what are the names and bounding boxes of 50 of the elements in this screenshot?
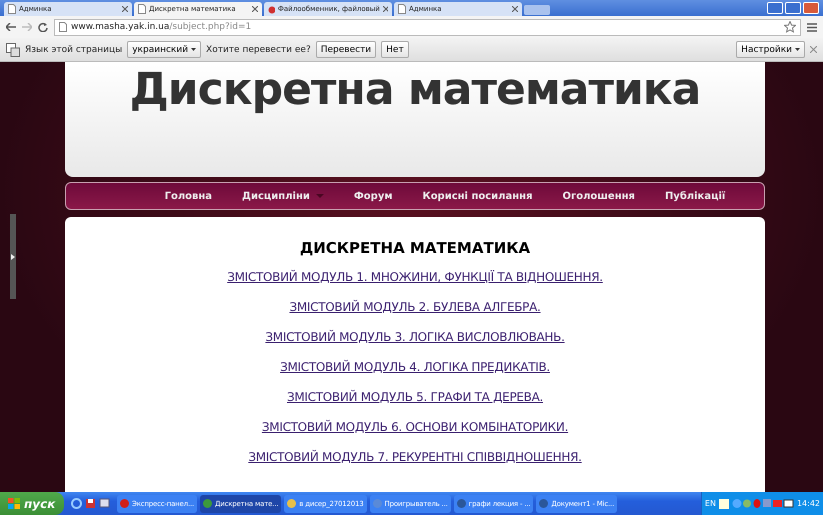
module-link[interactable]: ЗМІСТОВИЙ МОДУЛЬ 5. ГРАФИ ТА ДЕРЕВА. <box>286 390 544 409</box>
module-link[interactable]: ЗМІСТОВИЙ МОДУЛЬ 6. ОСНОВИ КОМБІНАТОРИКИ. <box>262 420 568 439</box>
app-icon <box>268 4 275 14</box>
nav-link[interactable]: Корисні посилання <box>422 190 532 202</box>
nav-link[interactable]: Дисципліни <box>242 190 324 202</box>
address-field[interactable]: www.masha.yak.in.ua/subject.php?id=1 <box>54 18 801 36</box>
module-link[interactable]: ЗМІСТОВИЙ МОДУЛЬ 7. РЕКУРЕНТНІ СПІВВІДНОШЕННЯ. <box>248 450 582 469</box>
clock: 14:42 <box>796 499 820 508</box>
site-title: Дискретна математика <box>130 64 700 115</box>
page-icon <box>138 4 146 14</box>
nav-link[interactable]: Публікації <box>664 190 726 202</box>
nav-link[interactable]: Оголошення <box>562 190 635 202</box>
module-link[interactable]: ЗМІСТОВИЙ МОДУЛЬ 4. ЛОГІКА ПРЕДИКАТІВ. <box>280 360 550 379</box>
translate-icon <box>6 42 20 56</box>
maximize-button[interactable] <box>785 2 801 14</box>
reload-icon[interactable] <box>38 22 48 32</box>
settings-dropdown[interactable]: Настройки <box>736 41 805 58</box>
translate-question: Хотите перевести ее? <box>206 44 311 54</box>
close-icon[interactable] <box>810 46 817 53</box>
module-link[interactable]: ЗМІСТОВИЙ МОДУЛЬ 1. МНОЖИНИ, ФУНКЦІЇ ТА ВІДНОШЕННЯ. <box>227 270 603 289</box>
caret-icon <box>795 48 800 51</box>
close-icon[interactable] <box>512 6 518 12</box>
close-icon[interactable] <box>382 6 388 12</box>
nav-link[interactable]: Форум <box>354 190 393 202</box>
start-button[interactable]: пуск <box>0 492 64 515</box>
caret-icon <box>191 48 196 51</box>
side-panel-handle[interactable] <box>10 214 16 299</box>
windows-logo-icon <box>8 498 20 509</box>
menu-icon[interactable] <box>807 22 817 32</box>
page-icon <box>398 4 406 14</box>
translate-button[interactable]: Нет <box>381 41 409 58</box>
close-icon[interactable] <box>122 6 128 12</box>
arrow-icon <box>11 254 15 260</box>
translate-button[interactable]: Перевести <box>316 41 376 58</box>
minimize-button[interactable] <box>767 2 783 14</box>
save-icon[interactable] <box>85 498 96 509</box>
page-icon <box>8 4 16 14</box>
language-dropdown[interactable]: украинский <box>127 41 202 58</box>
page-icon <box>59 22 67 32</box>
close-icon[interactable] <box>252 6 258 12</box>
page-heading: ДИСКРЕТНА МАТЕМАТИКА <box>300 239 530 257</box>
module-link[interactable]: ЗМІСТОВИЙ МОДУЛЬ 2. БУЛЕВА АЛГЕБРА. <box>289 300 541 319</box>
star-icon[interactable] <box>784 21 796 33</box>
nav-link[interactable]: Головна <box>164 190 212 202</box>
module-link[interactable]: ЗМІСТОВИЙ МОДУЛЬ 3. ЛОГІКА ВИСЛОВЛЮВАНЬ. <box>265 330 565 349</box>
back-icon[interactable] <box>6 23 16 31</box>
language-label: Язык этой страницы <box>25 44 122 54</box>
browser-icon[interactable] <box>71 498 82 509</box>
close-button[interactable] <box>803 2 819 14</box>
desktop-icon[interactable] <box>99 498 110 509</box>
